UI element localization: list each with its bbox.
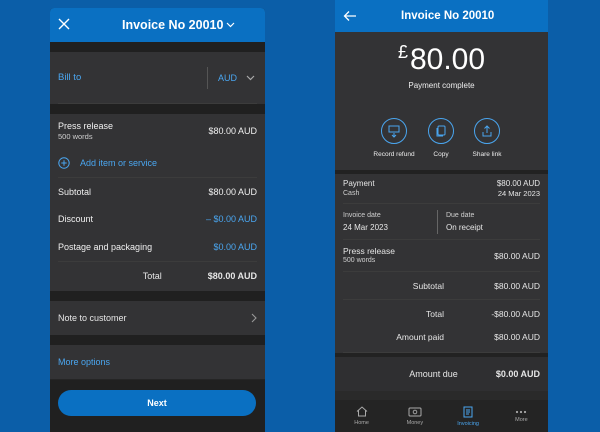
amount-value: 80.00 — [409, 43, 486, 76]
subtotal-label: Subtotal — [58, 186, 92, 197]
note-to-customer-row[interactable]: Note to customer — [58, 301, 257, 335]
line-item-quantity: 500 words — [343, 256, 376, 264]
invoice-title-dropdown[interactable]: Invoice No 20010 — [122, 18, 235, 32]
postage-label: Postage and packaging — [58, 241, 153, 252]
plus-circle-icon — [58, 156, 70, 169]
invoice-detail-title: Invoice No 20010 — [401, 10, 495, 22]
subtotal-value: $80.00 AUD — [494, 280, 540, 291]
bill-to-row[interactable]: Bill to AUD — [58, 52, 257, 104]
payment-method: Cash — [343, 189, 360, 197]
due-date-value: On receipt — [445, 222, 483, 232]
payment-amount: £80.00 — [335, 42, 548, 77]
total-row: Total $80.00 AUD — [58, 260, 257, 291]
subtotal-label: Subtotal — [412, 280, 444, 291]
invoicing-icon — [463, 406, 473, 417]
total-label: Total — [142, 271, 162, 281]
home-icon — [356, 406, 367, 417]
invoice-date-value: 24 Mar 2023 — [343, 222, 388, 232]
line-item[interactable]: Press release 500 words $80.00 AUD — [58, 114, 257, 148]
currency-selector[interactable]: AUD — [206, 66, 257, 89]
copy-icon — [436, 125, 446, 137]
record-refund-icon — [388, 125, 400, 138]
nav-home-label: Home — [354, 420, 369, 426]
total-label: Total — [426, 309, 444, 319]
share-link-button[interactable]: Share link — [464, 118, 510, 158]
currency-symbol: £ — [397, 42, 408, 62]
discount-row[interactable]: Discount – $0.00 AUD — [58, 206, 257, 234]
nav-home[interactable]: Home — [335, 400, 388, 432]
amount-due-label: Amount due — [409, 369, 458, 379]
dates-row: Invoice date 24 Mar 2023 Due date On rec… — [343, 204, 540, 240]
next-button-label: Next — [147, 398, 167, 408]
amount-due-row: Amount due $0.00 AUD — [335, 357, 548, 391]
bill-to-label: Bill to — [58, 72, 82, 83]
amount-due-value: $0.00 AUD — [495, 369, 540, 379]
amount-paid-value: $80.00 AUD — [494, 332, 540, 342]
chevron-down-icon — [246, 75, 255, 80]
back-arrow-icon[interactable] — [343, 10, 357, 22]
line-item-price: $80.00 AUD — [494, 250, 540, 261]
record-refund-label: Record refund — [373, 151, 415, 158]
nav-money-label: Money — [406, 419, 424, 426]
line-item-name: Press release — [343, 245, 395, 256]
nav-money[interactable]: Money — [388, 400, 441, 432]
copy-label: Copy — [433, 151, 449, 158]
discount-label: Discount — [58, 214, 94, 225]
money-icon — [408, 407, 422, 416]
payment-value: $80.00 AUD — [496, 178, 540, 188]
currency-value: AUD — [217, 72, 237, 83]
next-button[interactable]: Next — [58, 390, 256, 416]
subtotal-row: Subtotal $80.00 AUD — [58, 178, 257, 206]
line-item-price: $80.00 AUD — [208, 126, 257, 136]
invoice-title: Invoice No 20010 — [122, 18, 224, 32]
chevron-right-icon — [251, 313, 257, 322]
nav-more[interactable]: More — [495, 400, 548, 432]
nav-more-label: More — [515, 416, 528, 423]
total-value: $80.00 AUD — [207, 271, 257, 281]
nav-invoicing[interactable]: Invoicing — [442, 400, 495, 432]
payment-label: Payment — [343, 178, 375, 188]
invoice-date-label: Invoice date — [343, 211, 381, 219]
discount-value[interactable]: – $0.00 AUD — [206, 214, 257, 224]
copy-button[interactable]: Copy — [418, 118, 464, 158]
payment-row: Payment Cash $80.00 AUD 24 Mar 2023 — [343, 174, 540, 204]
amount-paid-row: Amount paid $80.00 AUD — [343, 328, 540, 353]
subtotal-value: $80.00 AUD — [208, 186, 257, 197]
line-item: Press release 500 words $80.00 AUD — [343, 240, 540, 272]
add-item-label: Add item or service — [80, 157, 158, 168]
total-value: -$80.00 AUD — [491, 309, 540, 319]
note-to-customer-label: Note to customer — [58, 312, 127, 323]
subtotal-row: Subtotal $80.00 AUD — [343, 272, 540, 300]
more-options-label: More options — [58, 356, 111, 367]
invoice-detail-screen: Invoice No 20010 £80.00 Payment complete… — [335, 0, 548, 432]
more-options-link[interactable]: More options — [58, 345, 257, 379]
bottom-nav: Home Money Invoicing More — [335, 400, 548, 432]
invoice-header: Invoice No 20010 — [50, 8, 265, 42]
invoice-edit-screen: Invoice No 20010 Bill to AUD Press relea… — [50, 8, 265, 432]
payment-date: 24 Mar 2023 — [497, 188, 540, 198]
add-item-button[interactable]: Add item or service — [58, 148, 257, 178]
share-link-label: Share link — [472, 151, 502, 158]
more-icon — [516, 410, 527, 413]
close-icon[interactable] — [58, 18, 70, 30]
line-item-quantity: 500 words — [58, 132, 93, 141]
nav-invoicing-label: Invoicing — [457, 420, 479, 427]
total-row: Total -$80.00 AUD — [343, 300, 540, 328]
postage-value[interactable]: $0.00 AUD — [213, 242, 257, 252]
line-item-name: Press release — [58, 121, 114, 131]
due-date-label: Due date — [445, 211, 475, 219]
postage-row[interactable]: Postage and packaging $0.00 AUD — [58, 233, 257, 261]
share-icon — [482, 125, 492, 137]
amount-paid-label: Amount paid — [396, 332, 444, 342]
record-refund-button[interactable]: Record refund — [371, 118, 417, 158]
invoice-detail-header: Invoice No 20010 — [335, 0, 548, 32]
payment-summary: £80.00 Payment complete Record refund Co… — [335, 32, 548, 170]
payment-status: Payment complete — [408, 81, 475, 90]
chevron-down-icon — [227, 22, 235, 28]
